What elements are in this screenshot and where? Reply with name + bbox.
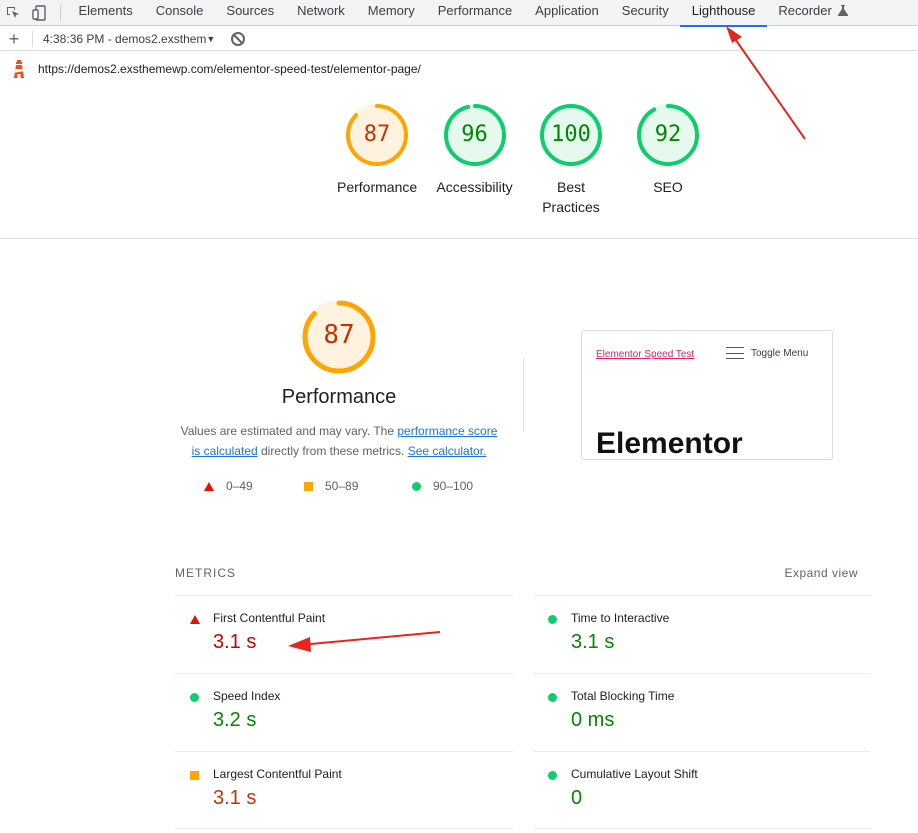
tested-url[interactable]: https://demos2.exsthemewp.com/elementor-…: [38, 62, 421, 76]
gauge-seo-label: SEO: [653, 179, 683, 195]
metric-cumulative-layout-shift: Cumulative Layout Shift 0: [533, 751, 871, 829]
pass-circle-icon: [412, 481, 421, 491]
gauge-seo-score: 92: [654, 122, 682, 147]
performance-title: Performance: [281, 386, 397, 408]
preview-toggle-menu: Toggle Menu: [726, 347, 808, 359]
legend-pass: 90–100: [412, 479, 473, 493]
metric-label: Largest Contentful Paint: [213, 767, 342, 781]
gauge-best-practices-label-line1: Best: [556, 179, 585, 195]
gauge-seo[interactable]: 92 SEO: [628, 103, 708, 197]
fail-triangle-icon: [204, 481, 214, 491]
inspect-element-icon[interactable]: [0, 0, 26, 26]
gauge-best-practices-score: 100: [551, 122, 591, 147]
tab-recorder[interactable]: Recorder: [767, 0, 860, 26]
gauge-accessibility[interactable]: 96 Accessibility: [432, 103, 517, 197]
gauge-best-practices-label: Best Practices: [531, 177, 611, 217]
tab-console[interactable]: Console: [144, 0, 215, 26]
hamburger-menu-icon: [726, 347, 744, 359]
lighthouse-logo-icon: [0, 60, 38, 78]
metric-label: Speed Index: [213, 689, 281, 703]
see-calculator-link[interactable]: See calculator.: [408, 444, 487, 458]
legend-average: 50–89: [304, 479, 358, 493]
average-square-icon: [304, 481, 313, 491]
metric-first-contentful-paint: First Contentful Paint 3.1 s: [175, 595, 513, 673]
metrics-heading: METRICS: [175, 566, 236, 580]
new-report-button[interactable]: +: [0, 28, 28, 50]
tab-application[interactable]: Application: [524, 0, 611, 26]
lighthouse-toolbar: + 4:38:36 PM - demos2.exsthem ▼: [0, 27, 918, 51]
legend-average-label: 50–89: [325, 479, 359, 493]
pass-circle-icon: [548, 693, 557, 702]
performance-score-link[interactable]: performance score: [397, 424, 497, 438]
tab-lighthouse[interactable]: Lighthouse: [680, 0, 767, 27]
gauge-best-practices-label-line2: Practices: [542, 199, 600, 215]
report-selector[interactable]: 4:38:36 PM - demos2.exsthem ▼: [43, 32, 217, 46]
performance-description: Values are estimated and may vary. The p…: [176, 421, 502, 461]
legend-pass-label: 90–100: [433, 479, 474, 493]
tab-network[interactable]: Network: [286, 0, 357, 26]
gauge-best-practices[interactable]: 100 Best Practices: [531, 103, 611, 217]
preview-toggle-menu-label: Toggle Menu: [751, 347, 809, 359]
fail-triangle-icon: [190, 615, 200, 624]
pass-circle-icon: [548, 615, 557, 624]
legend-fail-label: 0–49: [226, 479, 253, 493]
clear-reports-icon[interactable]: [231, 31, 245, 46]
tab-memory[interactable]: Memory: [356, 0, 426, 26]
metric-value: 3.1 s: [213, 787, 257, 809]
gauge-performance[interactable]: 87 Performance: [337, 103, 417, 197]
section-divider: [0, 238, 918, 239]
is-calculated-link[interactable]: is calculated: [192, 444, 258, 458]
metric-label: Time to Interactive: [571, 611, 670, 625]
performance-main-gauge: 87: [301, 299, 377, 375]
metric-value: 3.1 s: [571, 631, 615, 653]
metric-time-to-interactive: Time to Interactive 3.1 s: [533, 595, 871, 673]
performance-desc-text-2: directly from these metrics.: [257, 444, 408, 458]
preview-headline: Elementor: [596, 427, 743, 460]
final-screenshot[interactable]: Elementor Speed Test Toggle Menu Element…: [581, 330, 833, 460]
gauge-performance-score: 87: [363, 122, 391, 147]
performance-main-score: 87: [323, 320, 355, 350]
metric-value: 3.2 s: [213, 709, 257, 731]
device-toolbar-icon[interactable]: [26, 0, 52, 26]
caret-down-icon: ▼: [206, 33, 216, 44]
gauge-accessibility-label: Accessibility: [436, 179, 513, 195]
metric-label: Total Blocking Time: [571, 689, 675, 703]
metric-value: 0: [571, 787, 583, 809]
tab-elements[interactable]: Elements: [67, 0, 144, 26]
metric-speed-index: Speed Index 3.2 s: [175, 673, 513, 751]
preview-site-title: Elementor Speed Test: [596, 349, 695, 360]
gauge-accessibility-score: 96: [461, 122, 488, 147]
performance-desc-text-1: Values are estimated and may vary. The: [180, 424, 398, 438]
report-selector-label: 4:38:36 PM - demos2.exsthem: [43, 31, 207, 46]
legend-fail: 0–49: [204, 479, 253, 493]
tab-performance[interactable]: Performance: [426, 0, 523, 26]
metric-total-blocking-time: Total Blocking Time 0 ms: [533, 673, 871, 751]
tab-recorder-label: Recorder: [778, 2, 832, 18]
toolbar-separator: [32, 30, 33, 47]
flask-icon: [838, 4, 849, 16]
pass-circle-icon: [190, 693, 199, 702]
gauge-performance-label: Performance: [337, 179, 418, 195]
devtools-tab-bar: Elements Console Sources Network Memory …: [0, 0, 918, 27]
tab-bar-separator: [60, 4, 61, 21]
pass-circle-icon: [548, 771, 557, 780]
metric-value: 3.1 s: [213, 631, 257, 653]
expand-view-button[interactable]: Expand view: [784, 566, 858, 580]
metric-largest-contentful-paint: Largest Contentful Paint 3.1 s: [175, 751, 513, 829]
average-square-icon: [190, 771, 199, 780]
tab-security[interactable]: Security: [610, 0, 680, 26]
metric-label: First Contentful Paint: [213, 611, 326, 625]
vertical-divider: [523, 358, 524, 432]
report-url-bar: https://demos2.exsthemewp.com/elementor-…: [0, 52, 918, 86]
metric-value: 0 ms: [571, 709, 615, 731]
tab-sources[interactable]: Sources: [215, 0, 286, 26]
metric-label: Cumulative Layout Shift: [571, 767, 698, 781]
